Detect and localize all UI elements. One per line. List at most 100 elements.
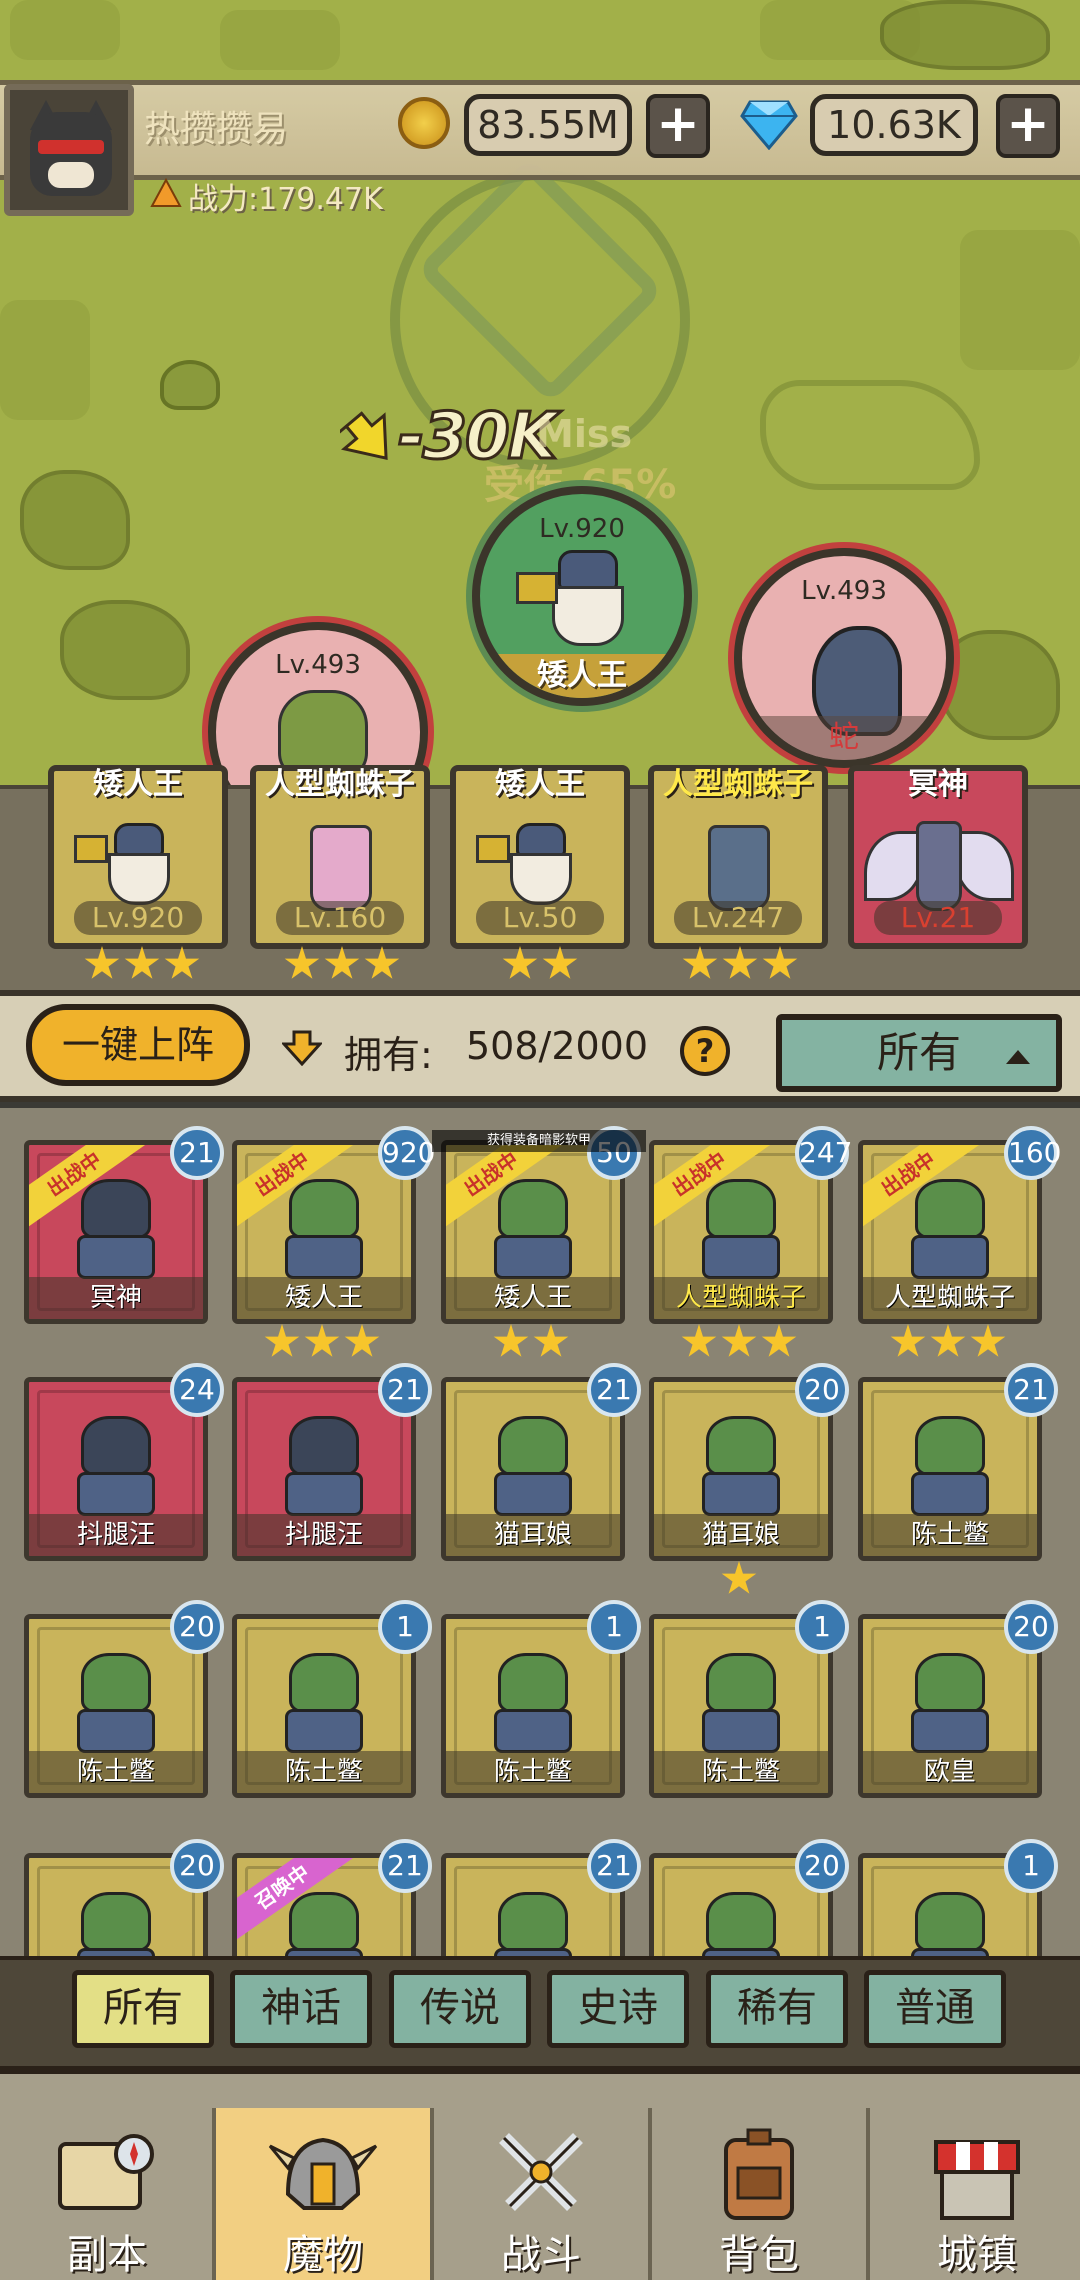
help-button[interactable]: ?: [680, 1026, 730, 1076]
monster-name: 冥神: [29, 1277, 203, 1319]
filter-value: 所有: [876, 1028, 961, 1077]
star-icon: [761, 1324, 797, 1357]
level-badge: 21: [170, 1126, 224, 1180]
nav-battle[interactable]: 战斗: [434, 2108, 648, 2280]
player-avatar[interactable]: [4, 84, 134, 216]
slot-level: Lv.50: [476, 901, 604, 935]
star-icon: [493, 1324, 529, 1357]
nav-town[interactable]: 城镇: [870, 2108, 1080, 2280]
star-icon: [970, 1324, 1006, 1357]
star-icon: [533, 1324, 569, 1357]
slot-1-stars: [84, 946, 200, 986]
monster-sprite: [289, 1892, 359, 1952]
gem-amount: 10.63K: [810, 94, 978, 156]
tab-epic[interactable]: 史诗: [547, 1970, 689, 2048]
add-gold-button[interactable]: +: [646, 94, 710, 158]
slot-level: Lv.160: [276, 901, 404, 935]
monster-name: 陈土鳖: [863, 1514, 1037, 1556]
gold-coin-icon: [398, 97, 450, 149]
filter-dropdown[interactable]: 所有: [776, 1014, 1062, 1092]
monster-sprite: [706, 1416, 776, 1476]
hammer-icon: [516, 572, 558, 604]
star-icon: [304, 1324, 340, 1357]
monster-sprite: [81, 1892, 151, 1952]
monster-sprite: [81, 1416, 151, 1476]
level-badge: 160: [1004, 1126, 1061, 1180]
monster-sprite: [81, 1179, 151, 1239]
tab-all[interactable]: 所有: [72, 1970, 214, 2048]
monster-helmet-icon: [268, 2137, 378, 2210]
slot-2-stars: [284, 946, 400, 986]
level-badge: 21: [378, 1363, 432, 1417]
add-gems-button[interactable]: +: [996, 94, 1060, 158]
monster-name: 人型蜘蛛子: [654, 1277, 828, 1319]
slot-level: Lv.920: [74, 901, 202, 935]
nav-label: 战斗: [501, 2232, 581, 2278]
tab-mythic[interactable]: 神话: [230, 1970, 372, 2048]
hero-dwarf-king[interactable]: Lv.920 矮人王: [472, 486, 692, 706]
hero-level: Lv.920: [539, 514, 625, 544]
level-badge: 20: [170, 1600, 224, 1654]
slot-name: 矮人王: [93, 767, 183, 802]
monster-sprite: [915, 1892, 985, 1952]
tab-common[interactable]: 普通: [864, 1970, 1006, 2048]
monster-name: 猫耳娘: [446, 1514, 620, 1556]
enemy-level: Lv.493: [275, 650, 361, 680]
monster-sprite: [915, 1653, 985, 1713]
enemy-snake[interactable]: Lv.493 蛇: [734, 548, 954, 768]
monster-sprite: [915, 1416, 985, 1476]
game-screen: { "player": {"name": "热攒攒易", "power": "战…: [0, 0, 1080, 2280]
enemy-level: Lv.493: [801, 576, 887, 606]
level-badge: 1: [795, 1600, 849, 1654]
level-badge: 20: [795, 1363, 849, 1417]
monster-name: 抖腿汪: [29, 1514, 203, 1556]
hero-name: 矮人王: [480, 654, 684, 698]
star-icon: [681, 1324, 717, 1357]
monster-sprite: [915, 1179, 985, 1239]
nav-label: 副本: [67, 2232, 147, 2278]
monster-sprite: [498, 1653, 568, 1713]
level-badge: 21: [587, 1839, 641, 1893]
star-rating: [721, 1561, 757, 1597]
star-rating: [493, 1324, 569, 1360]
shop-icon: [934, 2140, 1020, 2220]
damage-arrow-icon: [340, 411, 388, 461]
slot-3-stars: [502, 946, 578, 986]
star-rating: [890, 1324, 1006, 1360]
team-slot-1[interactable]: 矮人王 Lv.920: [48, 765, 228, 949]
level-badge: 247: [795, 1126, 852, 1180]
team-slot-3[interactable]: 矮人王 Lv.50: [450, 765, 630, 949]
level-badge: 1: [587, 1600, 641, 1654]
monster-name: 欧皇: [863, 1751, 1037, 1793]
level-badge: 1: [378, 1600, 432, 1654]
nav-label: 魔物: [283, 2232, 363, 2278]
level-badge: 20: [795, 1839, 849, 1893]
monster-name: 矮人王: [446, 1277, 620, 1319]
map-icon: [58, 2134, 154, 2210]
team-slot-2[interactable]: 人型蜘蛛子 Lv.160: [250, 765, 430, 949]
monster-name: 陈土鳖: [237, 1751, 411, 1793]
auto-deploy-button[interactable]: 一键上阵: [26, 1004, 250, 1086]
slot-level: Lv.21: [874, 901, 1002, 935]
nav-monsters[interactable]: 魔物: [216, 2108, 430, 2280]
nav-backpack[interactable]: 背包: [652, 2108, 866, 2280]
monster-name: 猫耳娘: [654, 1514, 828, 1556]
tab-rare[interactable]: 稀有: [706, 1970, 848, 2048]
backpack-icon: [724, 2128, 794, 2220]
slot-name: 人型蜘蛛子: [663, 767, 813, 802]
monster-name: 陈土鳖: [654, 1751, 828, 1793]
miss-text: Miss: [536, 412, 633, 456]
team-slot-4[interactable]: 人型蜘蛛子 Lv.247: [648, 765, 828, 949]
nav-label: 背包: [719, 2232, 799, 2278]
gold-amount: 83.55M: [464, 94, 632, 156]
nav-dungeon[interactable]: 副本: [0, 2108, 214, 2280]
tab-legendary[interactable]: 传说: [389, 1970, 531, 2048]
star-icon: [721, 1324, 757, 1357]
star-icon: [930, 1324, 966, 1357]
player-name: 热攒攒易: [144, 109, 289, 150]
crossed-swords-icon: [499, 2133, 583, 2211]
level-badge: 21: [1004, 1363, 1058, 1417]
level-badge: 20: [170, 1839, 224, 1893]
star-icon: [264, 1324, 300, 1357]
team-slot-5[interactable]: 冥神 Lv.21: [848, 765, 1028, 949]
